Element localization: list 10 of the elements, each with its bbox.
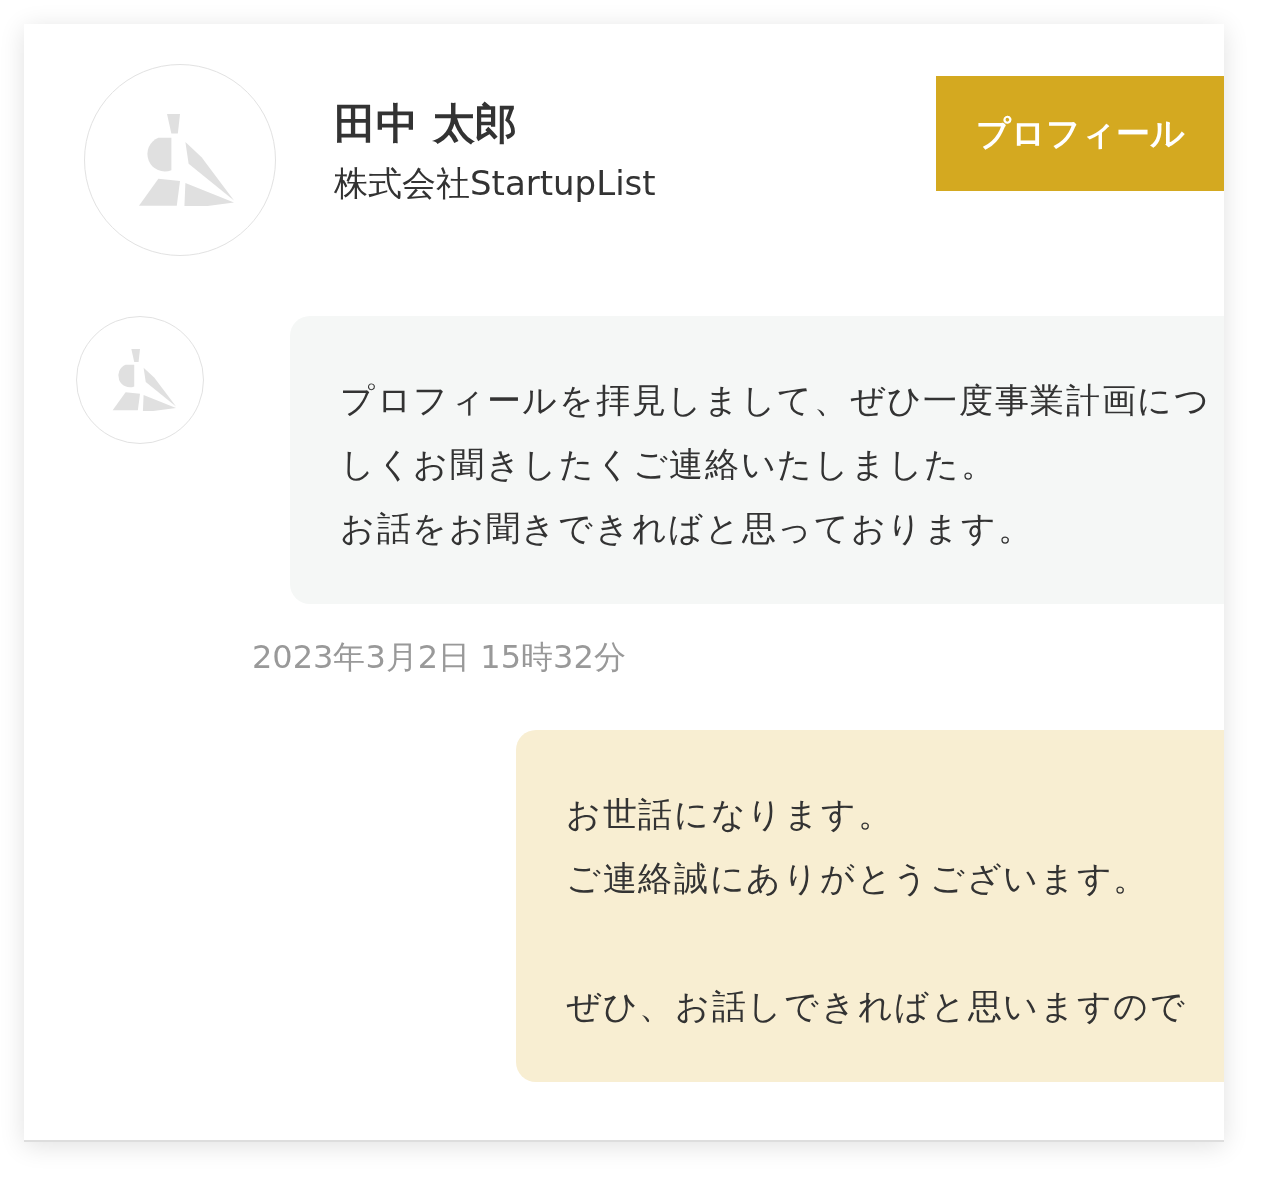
user-name: 田中 太郎 <box>334 98 518 150</box>
timestamp: 2023年3月2日 15時32分 <box>252 637 627 678</box>
message-text: しくお聞きしたくご連絡いたしました。 <box>340 443 998 486</box>
message-text: ぜひ、お話しできればと思いますので <box>566 985 1188 1028</box>
message-text: お話をお聞きできればと思っております。 <box>340 507 1035 550</box>
message-text: プロフィールを拝見しまして、ぜひ一度事業計画につ <box>340 379 1212 422</box>
message-text: お世話になります。 <box>566 793 895 836</box>
profile-button[interactable]: プロフィール <box>936 76 1224 191</box>
message-text: ご連絡誠にありがとうございます。 <box>566 857 1151 900</box>
company-name: 株式会社StartupList <box>334 162 656 205</box>
